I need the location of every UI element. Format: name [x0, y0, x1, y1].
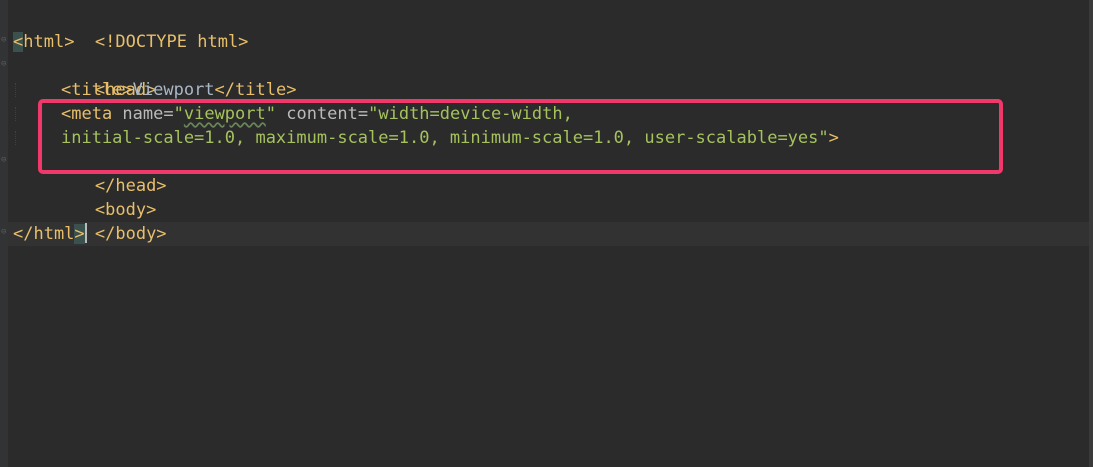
- code-token: initial-scale=1.0, maximum-scale=1.0, mi…: [61, 128, 829, 148]
- code-line-1[interactable]: <!DOCTYPE html>: [0, 6, 1093, 52]
- code-content: <meta name="viewport" content="width=dev…: [61, 102, 573, 126]
- code-token: <meta: [61, 104, 123, 124]
- code-line-6[interactable]: initial-scale=1.0, maximum-scale=1.0, mi…: [0, 126, 1093, 150]
- code-line-8[interactable]: <body>: [0, 174, 1093, 220]
- code-token: </html: [13, 224, 75, 244]
- indent-guide: [15, 107, 17, 121]
- code-token: content=: [286, 104, 369, 124]
- fold-marker-icon[interactable]: ⊖: [1, 228, 7, 237]
- code-token: <title>: [61, 80, 133, 100]
- code-token: ": [265, 104, 287, 124]
- code-token: Viewport: [132, 80, 215, 100]
- code-content: <html>: [13, 30, 74, 54]
- code-content: <title>Viewport</title>: [61, 78, 296, 102]
- text-caret: [84, 223, 87, 243]
- code-editor[interactable]: <!DOCTYPE html> ⊖ <html> ⊖ <head> <title…: [0, 0, 1093, 467]
- code-content: initial-scale=1.0, maximum-scale=1.0, mi…: [61, 126, 839, 150]
- code-token: >: [828, 128, 839, 148]
- fold-marker-icon[interactable]: ⊖: [1, 156, 7, 165]
- matched-bracket: <: [13, 32, 24, 52]
- code-content: </html>: [13, 222, 87, 246]
- fold-marker-icon[interactable]: ⊖: [1, 60, 7, 69]
- code-line-9[interactable]: </body>: [0, 198, 1093, 244]
- code-line-10[interactable]: ⊖ </html>: [0, 222, 1093, 246]
- code-token: ": [173, 104, 184, 124]
- code-line-3[interactable]: ⊖ <head>: [0, 54, 1093, 101]
- spelling-warning-token: viewport: [183, 104, 266, 124]
- code-lines[interactable]: <!DOCTYPE html> ⊖ <html> ⊖ <head> <title…: [0, 6, 1093, 246]
- matched-bracket: >: [74, 224, 85, 244]
- fold-marker-icon[interactable]: ⊖: [1, 36, 7, 45]
- code-line-7[interactable]: ⊖ </head>: [0, 150, 1093, 197]
- code-line-2[interactable]: ⊖ <html>: [0, 30, 1093, 54]
- code-line-5[interactable]: <meta name="viewport" content="width=dev…: [0, 102, 1093, 126]
- indent-guide: [15, 83, 17, 97]
- code-token: name=: [122, 104, 174, 124]
- code-line-4[interactable]: <title>Viewport</title>: [0, 78, 1093, 102]
- indent-guide: [15, 131, 17, 145]
- code-token: html>: [23, 32, 75, 52]
- code-token: </title>: [214, 80, 297, 100]
- code-token: "width=device-width,: [368, 104, 573, 124]
